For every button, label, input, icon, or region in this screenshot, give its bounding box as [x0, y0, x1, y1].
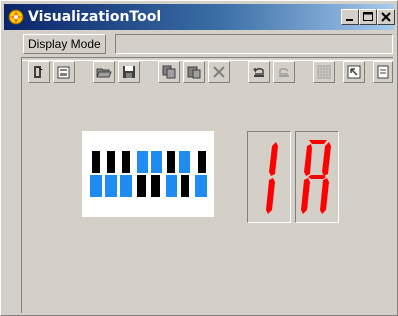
toolbar-button-10[interactable] [313, 61, 335, 83]
menu-bar-empty [115, 34, 393, 54]
digit-one-graphic [266, 142, 278, 214]
toolbar-button-12[interactable] [373, 61, 393, 83]
copy-icon [162, 65, 176, 79]
grid-icon [317, 65, 331, 79]
undo-icon [253, 67, 264, 77]
key-cell [198, 151, 206, 173]
app-logo-icon [8, 9, 24, 25]
key-cell [179, 151, 190, 173]
close-button[interactable] [377, 9, 395, 25]
toolbar-button-2[interactable] [53, 61, 75, 83]
maximize-icon [363, 12, 373, 21]
key-cell [151, 175, 160, 197]
maximize-button[interactable] [359, 9, 377, 25]
segment-digit-2 [295, 131, 339, 223]
toolbar-button-11[interactable] [343, 61, 365, 83]
visualization-canvas [25, 93, 391, 309]
settings-icon [377, 65, 389, 79]
key-cell [181, 175, 189, 197]
menu-bar: Display Mode [23, 34, 393, 54]
key-cell [120, 175, 132, 197]
close-icon [381, 12, 391, 22]
key-cell [137, 151, 148, 173]
toolbar-button-6[interactable] [183, 61, 205, 83]
digit-a-graphic [301, 140, 331, 214]
key-cell [151, 151, 162, 173]
zoom-fit-icon [347, 65, 361, 79]
floppy-disk-icon [123, 66, 135, 78]
toolbar-button-8[interactable] [248, 61, 270, 83]
seven-segment-display [247, 131, 341, 223]
key-cell [122, 151, 130, 173]
key-cell [167, 151, 175, 173]
toolbar-button-5[interactable] [158, 61, 180, 83]
minimize-icon [346, 19, 353, 21]
toolbar-separator [21, 57, 393, 61]
toolbar-button-1[interactable] [28, 61, 50, 83]
toolbar-button-7[interactable] [208, 61, 230, 83]
properties-icon [57, 66, 70, 79]
key-cell [195, 175, 207, 197]
key-pattern-graphic [90, 151, 207, 197]
key-pattern-display [82, 131, 214, 217]
window-title: VisualizationTool [28, 9, 162, 25]
key-cell [105, 175, 117, 197]
key-cell [166, 175, 177, 197]
paste-icon [187, 66, 201, 79]
delete-x-icon [213, 66, 225, 78]
toolbar-button-3[interactable] [93, 61, 115, 83]
toolbar-button-4[interactable] [118, 61, 140, 83]
title-bar[interactable]: VisualizationTool [4, 4, 395, 30]
minimize-button[interactable] [341, 9, 359, 25]
frame-edge [21, 57, 22, 313]
key-cell [90, 175, 102, 197]
save-flash-icon [34, 66, 43, 78]
key-cell [137, 175, 146, 197]
open-folder-icon [96, 68, 112, 78]
key-cell [92, 151, 100, 173]
redo-icon [279, 67, 289, 77]
app-window: VisualizationTool Display Mode [0, 0, 398, 316]
segment-digit-1 [247, 131, 291, 223]
toolbar-button-9[interactable] [273, 61, 295, 83]
menu-display-mode[interactable]: Display Mode [23, 34, 106, 54]
key-cell [107, 151, 115, 173]
